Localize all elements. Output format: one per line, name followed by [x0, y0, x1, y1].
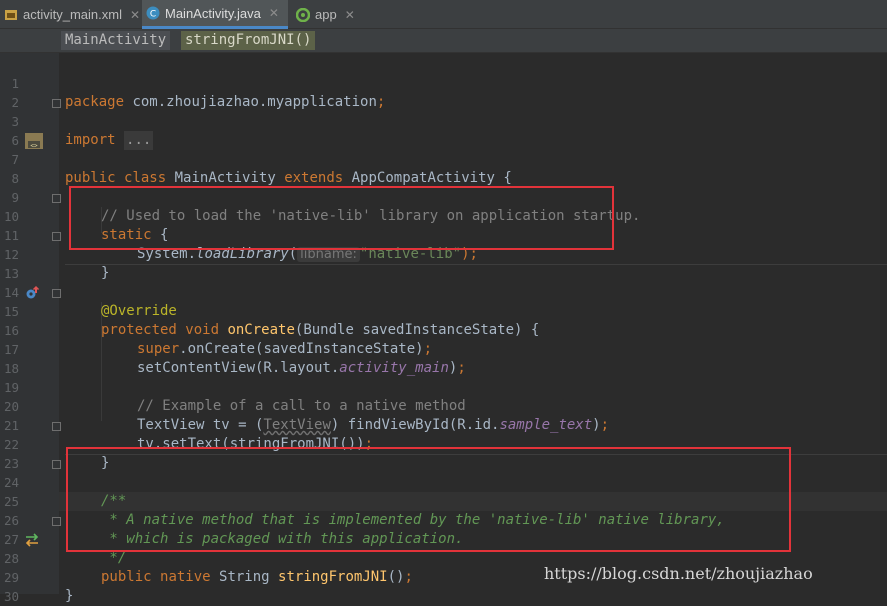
- tab-label: MainActivity.java: [165, 5, 261, 21]
- code-line: 3 import ...: [0, 93, 887, 150]
- code-line: 14 @Override: [0, 264, 887, 319]
- code-line: 7 public class MainActivity extends AppC…: [0, 131, 887, 186]
- tab-label: app: [315, 7, 337, 22]
- watermark: https://blog.csdn.net/zhoujiazhao: [544, 564, 813, 583]
- close-tab-icon[interactable]: ✕: [345, 8, 355, 22]
- svg-text:C: C: [150, 10, 156, 20]
- breadcrumb-class[interactable]: MainActivity: [61, 31, 171, 50]
- android-module-icon: [296, 7, 310, 22]
- close-tab-icon[interactable]: ✕: [269, 6, 279, 20]
- highlight-box-static-block: [69, 186, 614, 250]
- code-line: 16 super.onCreate(savedInstanceState);: [0, 302, 887, 357]
- breadcrumb-method[interactable]: stringFromJNI(): [181, 31, 316, 50]
- editor-tab-bar: activity_main.xml ✕ C MainActivity.java …: [0, 0, 887, 29]
- brace: }: [65, 588, 74, 604]
- code-line: 22 }: [0, 416, 887, 471]
- code-line: 20 TextView tv = (TextView) findViewById…: [0, 378, 887, 433]
- code-line: 6: [0, 112, 887, 148]
- code-line: 8: [0, 150, 887, 186]
- code-line: 15 protected void onCreate(Bundle savedI…: [0, 283, 887, 338]
- code-line: 2: [0, 74, 887, 110]
- code-line: 19 // Example of a call to a native meth…: [0, 359, 887, 414]
- code-line: 17 setContentView(R.layout.activity_main…: [0, 321, 887, 376]
- tab-app[interactable]: app ✕: [292, 0, 362, 29]
- highlight-box-native-method: [66, 447, 791, 552]
- xml-file-icon: [4, 8, 18, 22]
- code-line: 21 tv.setText(stringFromJNI());: [0, 397, 887, 452]
- tab-label: activity_main.xml: [23, 7, 122, 22]
- breadcrumb: MainActivity stringFromJNI(): [0, 29, 887, 53]
- tab-activity-main-xml[interactable]: activity_main.xml ✕: [0, 0, 142, 29]
- code-line: 1 package com.zhoujiazhao.myapplication;: [0, 55, 887, 110]
- tab-mainactivity-java[interactable]: C MainActivity.java ✕: [142, 0, 288, 29]
- code-line: 18: [0, 340, 887, 376]
- line-number: 30: [3, 589, 19, 604]
- java-class-icon: C: [146, 6, 160, 20]
- close-tab-icon[interactable]: ✕: [130, 8, 140, 22]
